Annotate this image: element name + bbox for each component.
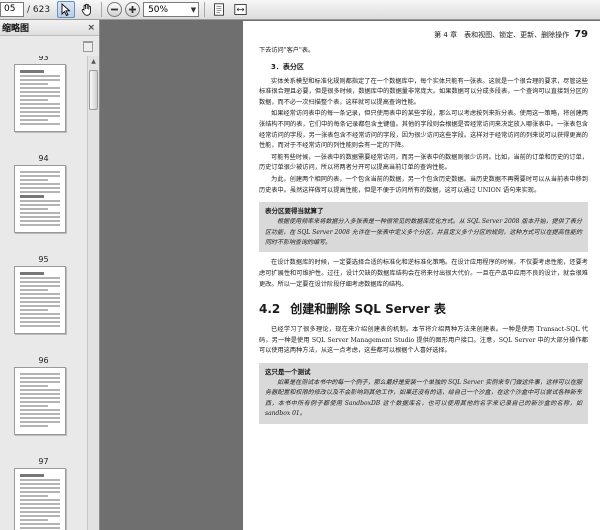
- plus-icon: [129, 6, 137, 13]
- section-number: 4.2: [259, 302, 281, 317]
- thumbnail-tools: [0, 36, 99, 56]
- toolbar-separator: [101, 2, 103, 17]
- page-thumbnail[interactable]: [14, 64, 66, 132]
- note-box: 这只是一个测试 如果是在测试本书中的每一个例子，那么最好是安装一个单独的 SQL…: [259, 362, 588, 424]
- thumbnail-item[interactable]: 94: [0, 153, 87, 233]
- paragraph: 如果经常访问表中的每一条记录，但只使用表中的某些字段，那么可以考虑按列来拆分表。…: [259, 110, 588, 150]
- thumbnail-page-label: 94: [38, 154, 49, 163]
- note-box: 表分区要得当就算了 根据使用频率来将数据分入多张表是一种很常见的数据库优化方式。…: [259, 202, 588, 253]
- section-heading: 4.2 创建和删除 SQL Server 表: [259, 300, 588, 317]
- thumbnail-page-label: 97: [38, 457, 49, 466]
- note-title: 表分区要得当就算了: [265, 207, 324, 216]
- scroll-up-arrow-icon[interactable]: ▲: [88, 56, 99, 67]
- note-text: 根据使用频率来将数据分入多张表是一种很常见的数据库优化方式。从 SQL Serv…: [265, 218, 582, 246]
- chevron-down-icon: ▼: [190, 5, 197, 14]
- page-number-input[interactable]: 05: [0, 2, 24, 17]
- thumbnail-page-label: 95: [38, 255, 49, 264]
- paragraph: 下去访问"客户"表。: [259, 47, 315, 54]
- hand-tool-button[interactable]: [78, 1, 96, 18]
- trash-icon[interactable]: [83, 40, 93, 52]
- paragraph: 为此，创建两个相同的表，一个包含当前的数据，另一个包含历史数据。当历史数据不再需…: [259, 175, 588, 194]
- fit-page-icon: [214, 3, 225, 16]
- thumbnail-page-label: 96: [38, 356, 49, 365]
- fit-page-button[interactable]: [210, 1, 228, 18]
- select-tool-button[interactable]: [57, 1, 76, 18]
- thumbnail-panel-title: 缩略图: [2, 24, 30, 34]
- scrollbar-thumb[interactable]: [89, 70, 98, 110]
- subheading: 3．表分区: [271, 62, 304, 71]
- running-head: 第 4 章 表和视图、锁定、更新、删除操作 79: [259, 29, 588, 40]
- cursor-arrow-icon: [61, 3, 71, 16]
- thumbnail-list: 93 94 95 96 97: [0, 56, 87, 530]
- document-page: 第 4 章 表和视图、锁定、更新、删除操作 79 下去访问"客户"表。 3．表分区…: [243, 21, 600, 530]
- toolbar: 05 / 623 50% ▼: [0, 0, 600, 20]
- note-text: 如果是在测试本书中的每一个例子，那么最好是安装一个单独的 SQL Server …: [265, 378, 582, 418]
- thumbnail-page-label: 93: [38, 56, 49, 62]
- paragraph: 实体关系模型和标准化规则都指定了在一个数据库中，每个实体只能有一张表。这就是一个…: [259, 77, 588, 106]
- thumbnail-panel: 缩略图 × 93 94 95 96 97 ▲: [0, 20, 100, 530]
- page-number: 79: [574, 29, 588, 40]
- thumbnail-scrollbar[interactable]: ▲: [87, 56, 99, 530]
- page-thumbnail[interactable]: [14, 165, 66, 233]
- page-thumbnail[interactable]: [14, 266, 66, 334]
- page-thumbnail[interactable]: [14, 367, 66, 435]
- page-thumbnail[interactable]: [14, 468, 66, 530]
- note-title: 这只是一个测试: [265, 367, 311, 376]
- thumbnail-item[interactable]: 96: [0, 355, 87, 435]
- chapter-title: 第 4 章 表和视图、锁定、更新、删除操作: [434, 31, 570, 39]
- paragraph: 在设计数据库的时候，一定要选择合适的标准化和逆标准化策略。在设计应用程序的时候，…: [259, 259, 588, 288]
- hand-icon: [81, 3, 91, 16]
- close-icon[interactable]: ×: [87, 23, 95, 33]
- fit-width-button[interactable]: [231, 1, 249, 18]
- section-title: 创建和删除 SQL Server 表: [290, 302, 446, 317]
- thumbnail-item[interactable]: 97: [0, 456, 87, 530]
- toolbar-separator: [204, 2, 206, 17]
- zoom-in-button[interactable]: [125, 2, 141, 17]
- minus-icon: [111, 8, 119, 11]
- document-viewport[interactable]: 第 4 章 表和视图、锁定、更新、删除操作 79 下去访问"客户"表。 3．表分区…: [101, 21, 600, 530]
- zoom-level-select[interactable]: 50% ▼: [143, 2, 200, 17]
- zoom-out-button[interactable]: [107, 2, 123, 17]
- paragraph: 已经学习了很多理论，现在来介绍创建表的机制。本节将介绍两种方法来创建表。一种是使…: [259, 326, 588, 355]
- thumbnail-item[interactable]: 93: [0, 56, 87, 132]
- paragraph: 可能有些时候，一张表中的数据需要经常访问，而另一张表中的数据则很少访问。比如，当…: [259, 153, 588, 172]
- fit-width-icon: [233, 4, 247, 15]
- page-total-label: / 623: [27, 4, 51, 15]
- zoom-level-value: 50%: [148, 4, 169, 15]
- thumbnail-panel-header: 缩略图 ×: [0, 20, 99, 36]
- thumbnail-item[interactable]: 95: [0, 254, 87, 334]
